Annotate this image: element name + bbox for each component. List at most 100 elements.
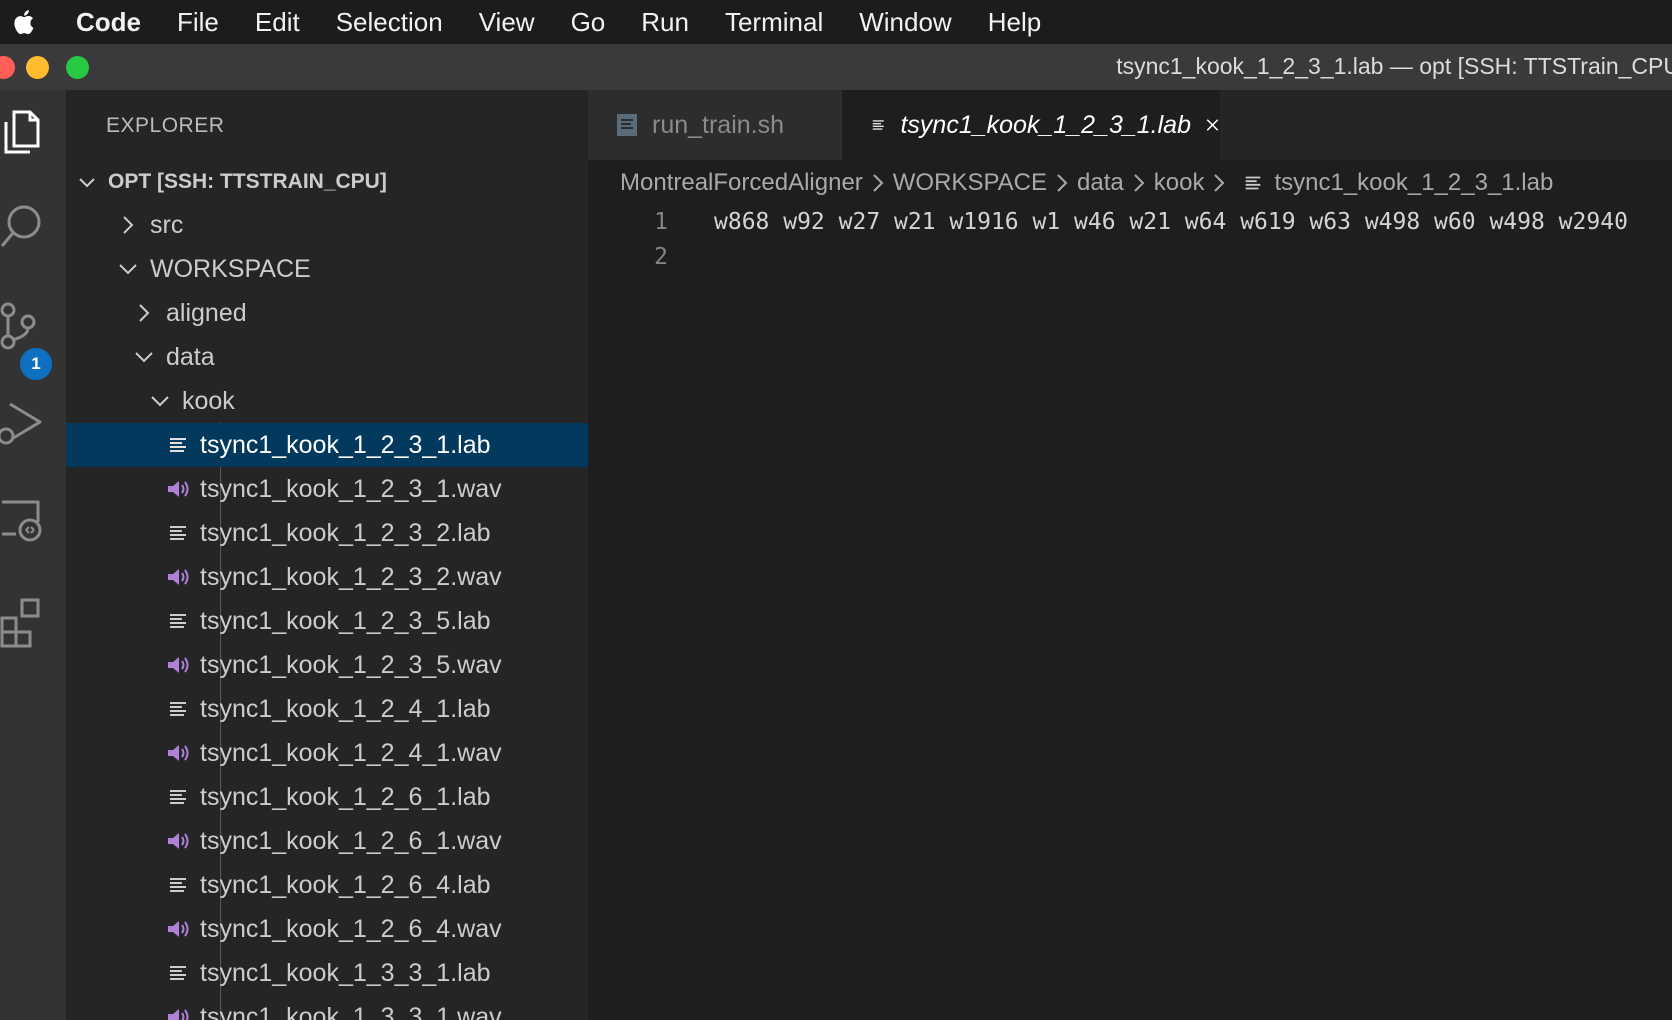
tree-item-label: tsync1_kook_1_2_3_2.lab [200,518,491,547]
tree-item-file[interactable]: tsync1_kook_1_2_6_1.lab [66,775,588,819]
tree-item-label: tsync1_kook_1_3_3_1.lab [200,958,491,987]
tree-item-kook[interactable]: kook [66,379,588,423]
menu-help[interactable]: Help [988,7,1041,38]
tree-item-label: src [150,210,184,239]
tree-item-label: tsync1_kook_1_2_6_4.wav [200,914,502,943]
tree-item-workspace[interactable]: WORKSPACE [66,247,588,291]
activity-bar: 1 [0,90,66,1020]
explorer-root-label: OPT [SSH: TTSTRAIN_CPU] [108,170,387,193]
breadcrumb-item[interactable]: tsync1_kook_1_2_3_1.lab [1274,169,1553,197]
window-title: tsync1_kook_1_2_3_1.lab — opt [SSH: TTST… [1116,53,1672,79]
scm-count-badge: 1 [18,346,54,382]
tree-item-label: tsync1_kook_1_2_4_1.wav [200,738,502,767]
files-icon[interactable] [0,102,60,162]
text-file-icon [170,438,186,452]
explorer-sidebar: EXPLORER OPT [SSH: TTSTRAIN_CPU] src WOR… [66,90,588,1020]
tree-item-label: tsync1_kook_1_2_6_1.wav [200,826,502,855]
audio-file-icon [168,745,189,761]
chevron-down-icon [135,352,153,363]
breadcrumb-item[interactable]: kook [1154,169,1205,197]
run-debug-icon[interactable] [0,398,60,458]
audio-file-icon [168,833,189,849]
editor-area: run_train.sh tsync1_kook_1_2_3_1.lab Mon… [588,90,1672,1020]
breadcrumb-item[interactable]: data [1077,169,1124,197]
tree-item-label: tsync1_kook_1_2_3_5.lab [200,606,491,635]
text-file-icon [1246,176,1261,190]
tree-item-label: kook [182,386,235,415]
chevron-right-icon [1057,174,1068,192]
tree-item-label: data [166,342,215,371]
extensions-icon[interactable] [0,596,60,656]
breadcrumb-item[interactable]: MontrealForcedAligner [620,169,863,197]
tree-item-file[interactable]: tsync1_kook_1_2_3_2.lab [66,511,588,555]
close-icon[interactable] [1205,115,1220,135]
tree-item-file[interactable]: tsync1_kook_1_2_4_1.lab [66,687,588,731]
tree-item-file[interactable]: tsync1_kook_1_2_6_4.wav [66,907,588,951]
text-file-icon [170,878,186,892]
tree-item-label: WORKSPACE [150,254,311,283]
apple-logo-icon[interactable] [10,7,40,37]
text-file-icon [872,120,884,130]
chevron-down-icon [151,396,169,407]
tree-item-label: tsync1_kook_1_2_3_5.wav [200,650,502,679]
tree-item-src[interactable]: src [66,203,588,247]
text-file-icon [170,526,186,540]
breadcrumb: MontrealForcedAligner WORKSPACE data koo… [620,166,1553,200]
line-content: w868 w92 w27 w21 w1916 w1 w46 w21 w64 w6… [714,209,1628,235]
chevron-right-icon [123,216,134,234]
tab-run-train-sh[interactable]: run_train.sh [588,90,842,160]
close-window-button[interactable] [0,56,15,79]
code-line[interactable]: 2 [588,240,714,274]
tree-item-label: tsync1_kook_1_2_3_1.lab [200,430,491,459]
menu-edit[interactable]: Edit [255,7,300,38]
minimize-window-button[interactable] [26,56,49,79]
tree-item-label: tsync1_kook_1_2_6_1.lab [200,782,491,811]
line-number: 2 [654,244,668,270]
tree-item-file[interactable]: tsync1_kook_1_2_6_4.lab [66,863,588,907]
menu-selection[interactable]: Selection [336,7,443,38]
menu-window[interactable]: Window [859,7,951,38]
audio-file-icon [168,657,189,673]
tree-item-file[interactable]: tsync1_kook_1_2_4_1.wav [66,731,588,775]
tab-lab-file[interactable]: tsync1_kook_1_2_3_1.lab [842,90,1220,160]
text-file-icon [170,790,186,804]
audio-file-icon [168,921,189,937]
tree-item-label: tsync1_kook_1_2_4_1.lab [200,694,491,723]
sidebar-title: EXPLORER [106,114,225,137]
remote-explorer-icon[interactable] [0,500,60,560]
code-line[interactable]: 1 w868 w92 w27 w21 w1916 w1 w46 w21 w64 … [588,205,1628,239]
chevron-right-icon [1134,174,1145,192]
text-file-icon [170,702,186,716]
tree-item-aligned[interactable]: aligned [66,291,588,335]
tree-item-label: tsync1_kook_1_2_3_1.wav [200,474,502,503]
menu-file[interactable]: File [177,7,219,38]
tree-item-file[interactable]: tsync1_kook_1_2_3_2.wav [66,555,588,599]
tree-item-file[interactable]: tsync1_kook_1_3_3_1.wav [66,995,588,1020]
menu-app-code[interactable]: Code [76,7,141,38]
tab-label: tsync1_kook_1_2_3_1.lab [900,110,1191,139]
shell-file-icon [617,114,637,136]
tree-item-label: aligned [166,298,247,327]
menu-view[interactable]: View [479,7,535,38]
tree-item-file[interactable]: tsync1_kook_1_2_3_1.wav [66,467,588,511]
text-file-icon [170,966,186,980]
tree-item-file[interactable]: tsync1_kook_1_2_3_5.wav [66,643,588,687]
menu-terminal[interactable]: Terminal [725,7,823,38]
chevron-right-icon [873,174,884,192]
search-icon[interactable] [0,200,60,260]
audio-file-icon [168,481,189,497]
chevron-right-icon [139,304,150,322]
explorer-root-header[interactable]: OPT [SSH: TTSTRAIN_CPU] [66,166,588,198]
breadcrumb-item[interactable]: WORKSPACE [893,169,1047,197]
tree-item-file[interactable]: tsync1_kook_1_2_3_5.lab [66,599,588,643]
menu-run[interactable]: Run [641,7,689,38]
tree-item-file[interactable]: tsync1_kook_1_2_3_1.lab [66,423,588,467]
chevron-down-icon [79,178,95,188]
chevron-down-icon [119,264,137,275]
tree-item-data[interactable]: data [66,335,588,379]
editor-tab-bar: run_train.sh tsync1_kook_1_2_3_1.lab [588,90,1672,160]
tree-item-file[interactable]: tsync1_kook_1_2_6_1.wav [66,819,588,863]
zoom-window-button[interactable] [66,56,89,79]
menu-go[interactable]: Go [571,7,606,38]
tree-item-file[interactable]: tsync1_kook_1_3_3_1.lab [66,951,588,995]
